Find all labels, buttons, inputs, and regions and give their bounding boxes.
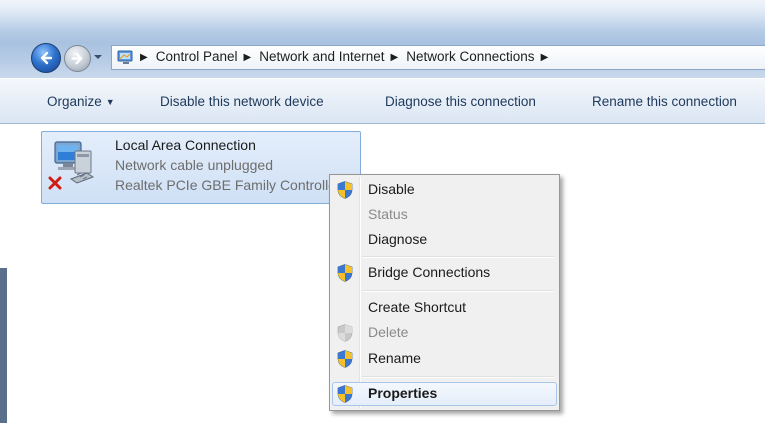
breadcrumb-chevron-icon[interactable]: ▶ xyxy=(391,52,399,63)
title-bar-glow xyxy=(0,0,765,30)
uac-shield-icon xyxy=(337,385,353,403)
connection-device: Realtek PCIe GBE Family Controller xyxy=(115,177,341,193)
menu-item-rename[interactable]: Rename xyxy=(332,347,557,371)
control-panel-icon xyxy=(117,50,133,64)
menu-item-properties[interactable]: Properties xyxy=(332,382,557,406)
menu-item-label: Rename xyxy=(368,350,421,366)
menu-item-label: Bridge Connections xyxy=(368,264,491,280)
organize-menu-button[interactable]: Organize ▼ xyxy=(47,94,115,109)
menu-separator xyxy=(362,290,554,292)
breadcrumb-network-and-internet[interactable]: Network and Internet xyxy=(259,49,384,64)
disable-device-button[interactable]: Disable this network device xyxy=(160,94,324,109)
menu-separator xyxy=(362,376,554,378)
back-button[interactable] xyxy=(31,43,61,73)
breadcrumb: ▶ Control Panel ▶ Network and Internet ▶ Netw… xyxy=(140,49,556,64)
menu-separator xyxy=(362,256,554,258)
menu-item-label: Disable xyxy=(368,181,415,197)
menu-item-disable[interactable]: Disable xyxy=(332,178,557,202)
menu-item-label: Diagnose xyxy=(368,231,428,247)
command-bar: Organize ▼ Disable this network device Di… xyxy=(0,78,765,124)
forward-button[interactable] xyxy=(64,45,91,72)
menu-item-diagnose[interactable]: Diagnose xyxy=(332,228,557,252)
menu-item-bridge-connections[interactable]: Bridge Connections xyxy=(332,261,557,285)
context-menu: Disable Status Diagnose Bridge Connectio… xyxy=(329,174,560,411)
breadcrumb-chevron-icon[interactable]: ▶ xyxy=(541,52,549,63)
menu-item-label: Delete xyxy=(368,324,409,340)
menu-item-label: Status xyxy=(368,206,408,222)
chevron-down-icon: ▼ xyxy=(105,97,115,107)
title-bar: ▶ Control Panel ▶ Network and Internet ▶ Netw… xyxy=(0,0,765,78)
breadcrumb-chevron-icon[interactable]: ▶ xyxy=(140,52,148,63)
window-left-border xyxy=(0,268,7,423)
disconnected-x-icon xyxy=(48,176,62,190)
menu-item-label: Create Shortcut xyxy=(368,299,467,315)
rename-connection-button[interactable]: Rename this connection xyxy=(592,94,737,109)
explorer-window: ▶ Control Panel ▶ Network and Internet ▶ Netw… xyxy=(0,0,765,423)
connection-name: Local Area Connection xyxy=(115,137,256,153)
menu-item-label: Properties xyxy=(368,385,438,401)
breadcrumb-network-connections[interactable]: Network Connections xyxy=(406,49,534,64)
connection-status: Network cable unplugged xyxy=(115,157,273,173)
arrow-left-icon xyxy=(40,51,53,65)
uac-shield-icon xyxy=(337,324,353,342)
menu-item-create-shortcut[interactable]: Create Shortcut xyxy=(332,296,557,320)
menu-item-status[interactable]: Status xyxy=(332,203,557,227)
uac-shield-icon xyxy=(337,264,353,282)
organize-label: Organize xyxy=(47,94,102,109)
arrow-right-icon xyxy=(71,52,83,65)
uac-shield-icon xyxy=(337,181,353,199)
connection-item-local-area[interactable]: Local Area Connection Network cable unpl… xyxy=(41,131,361,204)
breadcrumb-chevron-icon[interactable]: ▶ xyxy=(244,52,252,63)
breadcrumb-control-panel[interactable]: Control Panel xyxy=(156,49,238,64)
menu-item-delete[interactable]: Delete xyxy=(332,321,557,345)
address-bar[interactable]: ▶ Control Panel ▶ Network and Internet ▶ Netw… xyxy=(111,45,765,70)
uac-shield-icon xyxy=(337,350,353,368)
diagnose-connection-button[interactable]: Diagnose this connection xyxy=(385,94,536,109)
recent-pages-dropdown-icon[interactable] xyxy=(93,52,103,62)
